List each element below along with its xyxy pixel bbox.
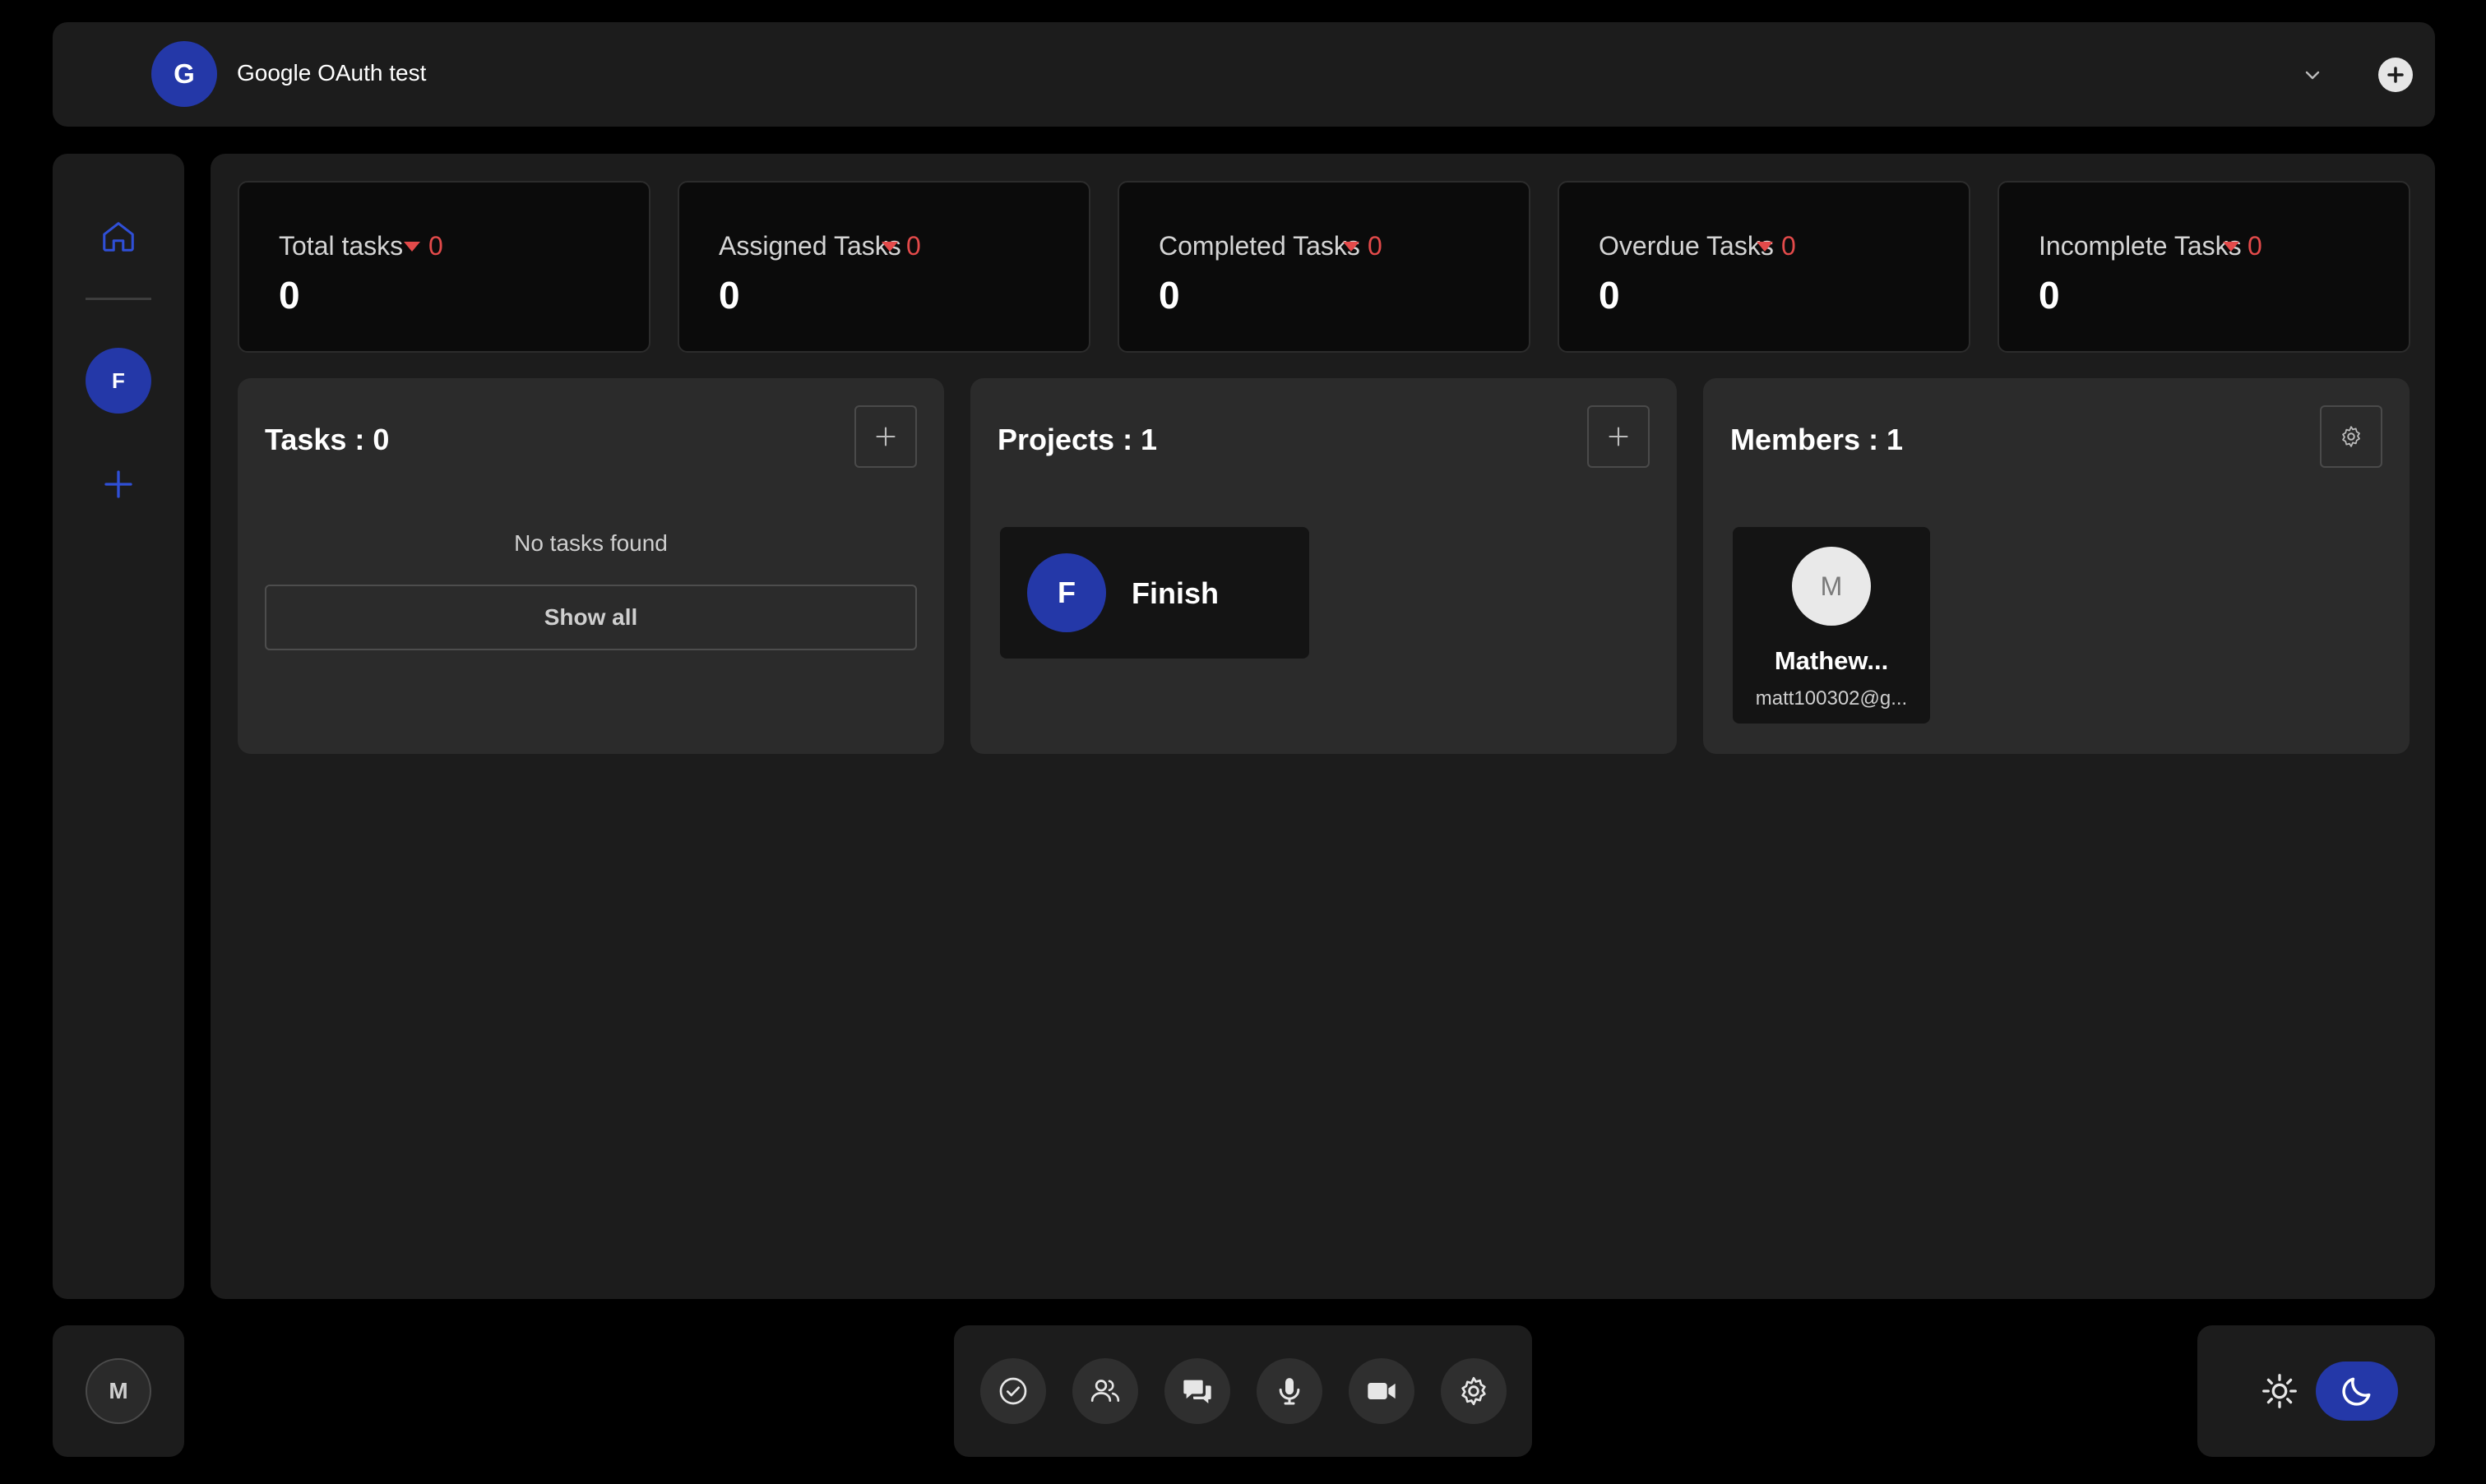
- caret-down-icon: [404, 241, 420, 252]
- stat-completed-tasks: Completed Tasks 0 0: [1118, 181, 1530, 353]
- workspace-header: G Google OAuth test: [53, 22, 2435, 127]
- stat-delta: 0: [404, 231, 443, 261]
- stat-delta-value: 0: [906, 231, 921, 261]
- user-avatar[interactable]: M: [86, 1358, 151, 1424]
- bottom-toolbar: [954, 1325, 1532, 1457]
- add-project-card-button[interactable]: [1587, 405, 1650, 468]
- plus-icon: [876, 427, 896, 446]
- sidebar: F: [53, 154, 184, 1299]
- moon-icon: [2342, 1377, 2371, 1406]
- member-tile[interactable]: M Mathew... matt100302@g...: [1733, 527, 1930, 724]
- stat-delta: 0: [1757, 231, 1796, 261]
- members-settings-button[interactable]: [2320, 405, 2382, 468]
- plus-icon: [1609, 427, 1628, 446]
- stat-title: Incomplete Tasks: [2039, 231, 2242, 261]
- members-icon: [1090, 1380, 1120, 1402]
- stat-title: Completed Tasks: [1159, 231, 1360, 261]
- stat-overdue-tasks: Overdue Tasks 0 0: [1558, 181, 1970, 353]
- caret-down-icon: [1757, 241, 1773, 252]
- stat-title: Overdue Tasks: [1599, 231, 1774, 261]
- tasks-card-title: Tasks : 0: [265, 423, 390, 456]
- members-card: Members : 1 M Mathew... matt100302@g...: [1703, 378, 2410, 754]
- project-name: Finish: [1132, 576, 1219, 610]
- workspace-name[interactable]: Google OAuth test: [237, 59, 426, 87]
- stat-delta: 0: [882, 231, 921, 261]
- user-panel: M: [53, 1325, 184, 1457]
- stat-delta-value: 0: [2248, 231, 2262, 261]
- caret-down-icon: [882, 241, 898, 252]
- dashboard-main: Total tasks 0 0 Assigned Tasks 0 0 Compl…: [211, 154, 2435, 1299]
- member-name: Mathew...: [1774, 646, 1889, 675]
- stat-delta: 0: [1343, 231, 1382, 261]
- stat-value: 0: [1159, 274, 1180, 317]
- empty-state-text: No tasks found: [514, 530, 668, 556]
- stat-title: Total tasks: [279, 231, 404, 261]
- home-icon: [103, 222, 134, 252]
- gear-icon: [2342, 426, 2360, 447]
- add-task-button[interactable]: [854, 405, 917, 468]
- projects-card: Projects : 1 F Finish: [970, 378, 1677, 754]
- stat-value: 0: [719, 274, 740, 317]
- theme-toggle: [2197, 1325, 2435, 1457]
- stat-value: 0: [2039, 274, 2060, 317]
- caret-down-icon: [2223, 241, 2239, 252]
- home-button[interactable]: [95, 213, 141, 259]
- stat-assigned-tasks: Assigned Tasks 0 0: [678, 181, 1090, 353]
- show-all-button[interactable]: Show all: [265, 585, 917, 650]
- tasks-button[interactable]: [980, 1358, 1046, 1424]
- stat-value: 0: [1599, 274, 1620, 317]
- sun-icon: [2262, 1374, 2297, 1408]
- sidebar-project-avatar[interactable]: F: [86, 348, 151, 414]
- microphone-icon: [1279, 1378, 1300, 1405]
- stat-delta-value: 0: [1368, 231, 1382, 261]
- settings-button[interactable]: [1441, 1358, 1507, 1424]
- stat-title: Assigned Tasks: [719, 231, 901, 261]
- video-button[interactable]: [1349, 1358, 1414, 1424]
- stat-delta-value: 0: [1781, 231, 1796, 261]
- caret-down-icon: [1343, 241, 1359, 252]
- sidebar-divider: [86, 298, 151, 300]
- project-tile[interactable]: F Finish: [1000, 527, 1309, 659]
- stat-total-tasks: Total tasks 0 0: [238, 181, 650, 353]
- plus-icon: [2387, 67, 2404, 83]
- add-project-button[interactable]: [95, 461, 141, 507]
- project-avatar: F: [1027, 553, 1106, 632]
- microphone-button[interactable]: [1257, 1358, 1322, 1424]
- chat-button[interactable]: [1164, 1358, 1230, 1424]
- video-camera-icon: [1368, 1383, 1396, 1399]
- member-email: matt100302@g...: [1755, 687, 1908, 710]
- add-workspace-button[interactable]: [2378, 58, 2413, 92]
- stat-value: 0: [279, 274, 300, 317]
- chevron-down-icon[interactable]: [2298, 60, 2327, 90]
- stat-delta: 0: [2223, 231, 2262, 261]
- dark-theme-button[interactable]: [2316, 1361, 2398, 1421]
- light-theme-button[interactable]: [2250, 1361, 2309, 1421]
- chat-icon: [1183, 1380, 1211, 1403]
- member-avatar: M: [1792, 547, 1871, 626]
- stat-incomplete-tasks: Incomplete Tasks 0 0: [1998, 181, 2410, 353]
- workspace-avatar[interactable]: G: [151, 41, 217, 107]
- projects-card-title: Projects : 1: [998, 423, 1158, 456]
- stat-delta-value: 0: [428, 231, 443, 261]
- members-button[interactable]: [1072, 1358, 1138, 1424]
- settings-gear-icon: [1461, 1376, 1486, 1406]
- tasks-card: Tasks : 0 No tasks found Show all: [238, 378, 944, 754]
- tasks-check-icon: [999, 1377, 1027, 1405]
- members-card-title: Members : 1: [1730, 423, 1904, 456]
- plus-icon: [104, 470, 132, 498]
